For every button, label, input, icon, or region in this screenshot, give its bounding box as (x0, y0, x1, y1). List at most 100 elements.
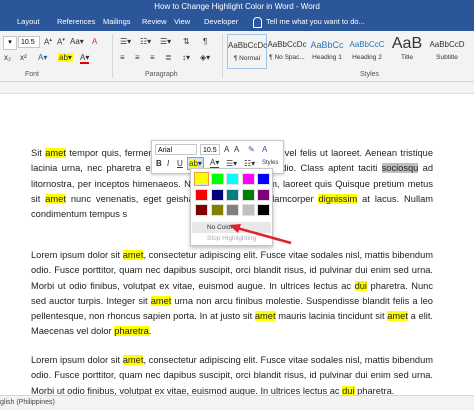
styles-icon[interactable]: A (262, 144, 267, 155)
horizontal-ruler[interactable] (0, 82, 474, 94)
grow-font-icon[interactable]: A (224, 144, 229, 155)
change-case-icon[interactable]: Aa▾ (70, 37, 84, 46)
highlight-swatch[interactable] (257, 173, 270, 185)
style-name: Subtitle (436, 54, 458, 61)
font-dropdown-arrow[interactable]: ▾ (3, 36, 17, 50)
tab-view[interactable]: View (174, 14, 190, 31)
ribbon-tabs: Layout References Mailings Review View D… (0, 14, 474, 31)
ribbon-separator (112, 34, 113, 78)
highlight-icon[interactable]: ab▾ (58, 53, 73, 62)
style-no-spacing[interactable]: AaBbCcDc ¶ No Spac... (267, 34, 307, 69)
format-painter-icon[interactable]: ✎ (248, 144, 255, 155)
window-title: How to Change Highlight Color in Word - … (154, 2, 320, 11)
italic-button[interactable]: I (167, 158, 169, 169)
tab-layout[interactable]: Layout (17, 14, 40, 31)
style-subtitle[interactable]: AaBbCcD Subtitle (427, 34, 467, 69)
text-run: . (148, 326, 152, 337)
styles-gallery: AaBbCcDc ¶ Normal AaBbCcDc ¶ No Spac... … (227, 34, 465, 69)
highlight-swatch[interactable] (194, 172, 209, 186)
highlight-swatch[interactable] (226, 173, 239, 185)
shrink-font-icon[interactable]: A (234, 144, 239, 155)
align-center-icon[interactable]: ≡ (135, 53, 140, 62)
style-name: Title (400, 54, 414, 61)
style-title[interactable]: AaB Title (387, 34, 427, 69)
highlighted-word: amet (387, 311, 408, 322)
tab-review[interactable]: Review (142, 14, 167, 31)
style-preview: AaB (391, 35, 423, 52)
underline-button[interactable]: U (177, 158, 183, 169)
text-run: ullamcorper (264, 193, 319, 204)
title-bar: How to Change Highlight Color in Word - … (0, 0, 474, 14)
style-heading-2[interactable]: AaBbCcC Heading 2 (347, 34, 387, 69)
style-preview: AaBbCcDc (267, 40, 307, 49)
highlight-swatch[interactable] (241, 188, 255, 201)
shading-icon[interactable]: ◈▾ (200, 53, 210, 62)
bold-button[interactable]: B (156, 158, 162, 169)
highlight-swatch[interactable] (226, 188, 239, 201)
style-name: Heading 2 (352, 54, 382, 61)
paragraph-2: Lorem ipsum dolor sit amet, consectetur … (31, 248, 433, 340)
group-label-styles: Styles (360, 71, 380, 78)
highlighted-word: amet (254, 311, 276, 322)
style-preview: AaBbCcC (349, 40, 385, 49)
highlight-swatch[interactable] (241, 204, 255, 216)
ribbon: ▾ 10.5 A▴ A▾ Aa▾ A x₂ x² A▾ ab▾ A▾ ☰▾ ☷▾… (0, 31, 474, 82)
tab-mailings[interactable]: Mailings (103, 14, 131, 31)
tell-me-text: Tell me what you want to do... (266, 17, 365, 26)
highlight-swatch[interactable] (210, 188, 224, 201)
font-size-box[interactable]: 10.5 (18, 36, 40, 48)
highlight-swatch[interactable] (210, 173, 224, 185)
text-run: Lorem ipsum dolor sit (31, 250, 123, 260)
style-name: ¶ Normal (233, 55, 261, 62)
highlight-swatch[interactable] (210, 204, 224, 216)
highlight-swatch[interactable] (257, 188, 270, 201)
justify-icon[interactable]: ≣ (165, 53, 172, 62)
text-effects-icon[interactable]: A▾ (38, 53, 47, 62)
highlighted-word: amet (122, 355, 144, 365)
text-run: Sit (31, 148, 46, 158)
highlight-swatch[interactable] (257, 204, 270, 216)
style-heading-1[interactable]: AaBbCc Heading 1 (307, 34, 347, 69)
show-marks-icon[interactable]: ¶ (203, 37, 207, 46)
style-name: ¶ No Spac... (269, 54, 305, 61)
superscript-icon[interactable]: x² (20, 53, 27, 62)
line-spacing-icon[interactable]: ↕▾ (182, 53, 190, 62)
font-color-icon[interactable]: A▾ (80, 53, 90, 64)
align-right-icon[interactable]: ≡ (150, 53, 155, 62)
sort-icon[interactable]: ⇅ (183, 37, 190, 46)
mini-size-box[interactable]: 10.5 (200, 144, 220, 155)
text-run: tempor quis, fermen (65, 148, 154, 158)
arrow-head (229, 224, 241, 233)
style-normal[interactable]: AaBbCcDc ¶ Normal (227, 34, 267, 69)
selected-word: sociosqu (381, 163, 419, 174)
language-status[interactable]: glish (Philippines) (0, 399, 55, 406)
highlight-swatch[interactable] (195, 188, 208, 201)
group-label-font: Font (25, 71, 40, 78)
numbering-icon[interactable]: ☷▾ (140, 37, 151, 46)
tab-references[interactable]: References (57, 14, 95, 31)
ribbon-separator (222, 34, 223, 78)
tell-me-box[interactable]: Tell me what you want to do... (253, 14, 365, 31)
highlighted-word: dignissim (318, 193, 358, 204)
highlighted-word: pharetra (114, 326, 149, 337)
highlighted-word: amet (150, 295, 172, 306)
highlighter-icon: ab (189, 159, 198, 168)
highlight-swatch[interactable] (195, 204, 208, 216)
mini-font-box[interactable]: Arial (155, 144, 197, 155)
paragraph-3: Lorem ipsum dolor sit amet, consectetur … (31, 353, 433, 399)
shrink-font-icon[interactable]: A▾ (57, 37, 65, 47)
group-label-paragraph: Paragraph (145, 71, 178, 78)
style-name: Heading 1 (312, 54, 342, 61)
style-preview: AaBbCcD (429, 40, 465, 49)
highlight-swatch[interactable] (226, 204, 239, 216)
style-preview: AaBbCcDc (228, 41, 268, 50)
grow-font-icon[interactable]: A▴ (44, 37, 52, 47)
align-left-icon[interactable]: ≡ (120, 53, 125, 62)
bullets-icon[interactable]: ☰▾ (120, 37, 131, 46)
subscript-icon[interactable]: x₂ (4, 53, 11, 62)
clear-format-icon[interactable]: A (92, 37, 97, 46)
tab-developer[interactable]: Developer (204, 14, 238, 31)
text-run: Lorem ipsum dolor sit (31, 355, 123, 365)
highlight-swatch[interactable] (241, 173, 255, 185)
multilevel-icon[interactable]: ☰▾ (160, 37, 171, 46)
